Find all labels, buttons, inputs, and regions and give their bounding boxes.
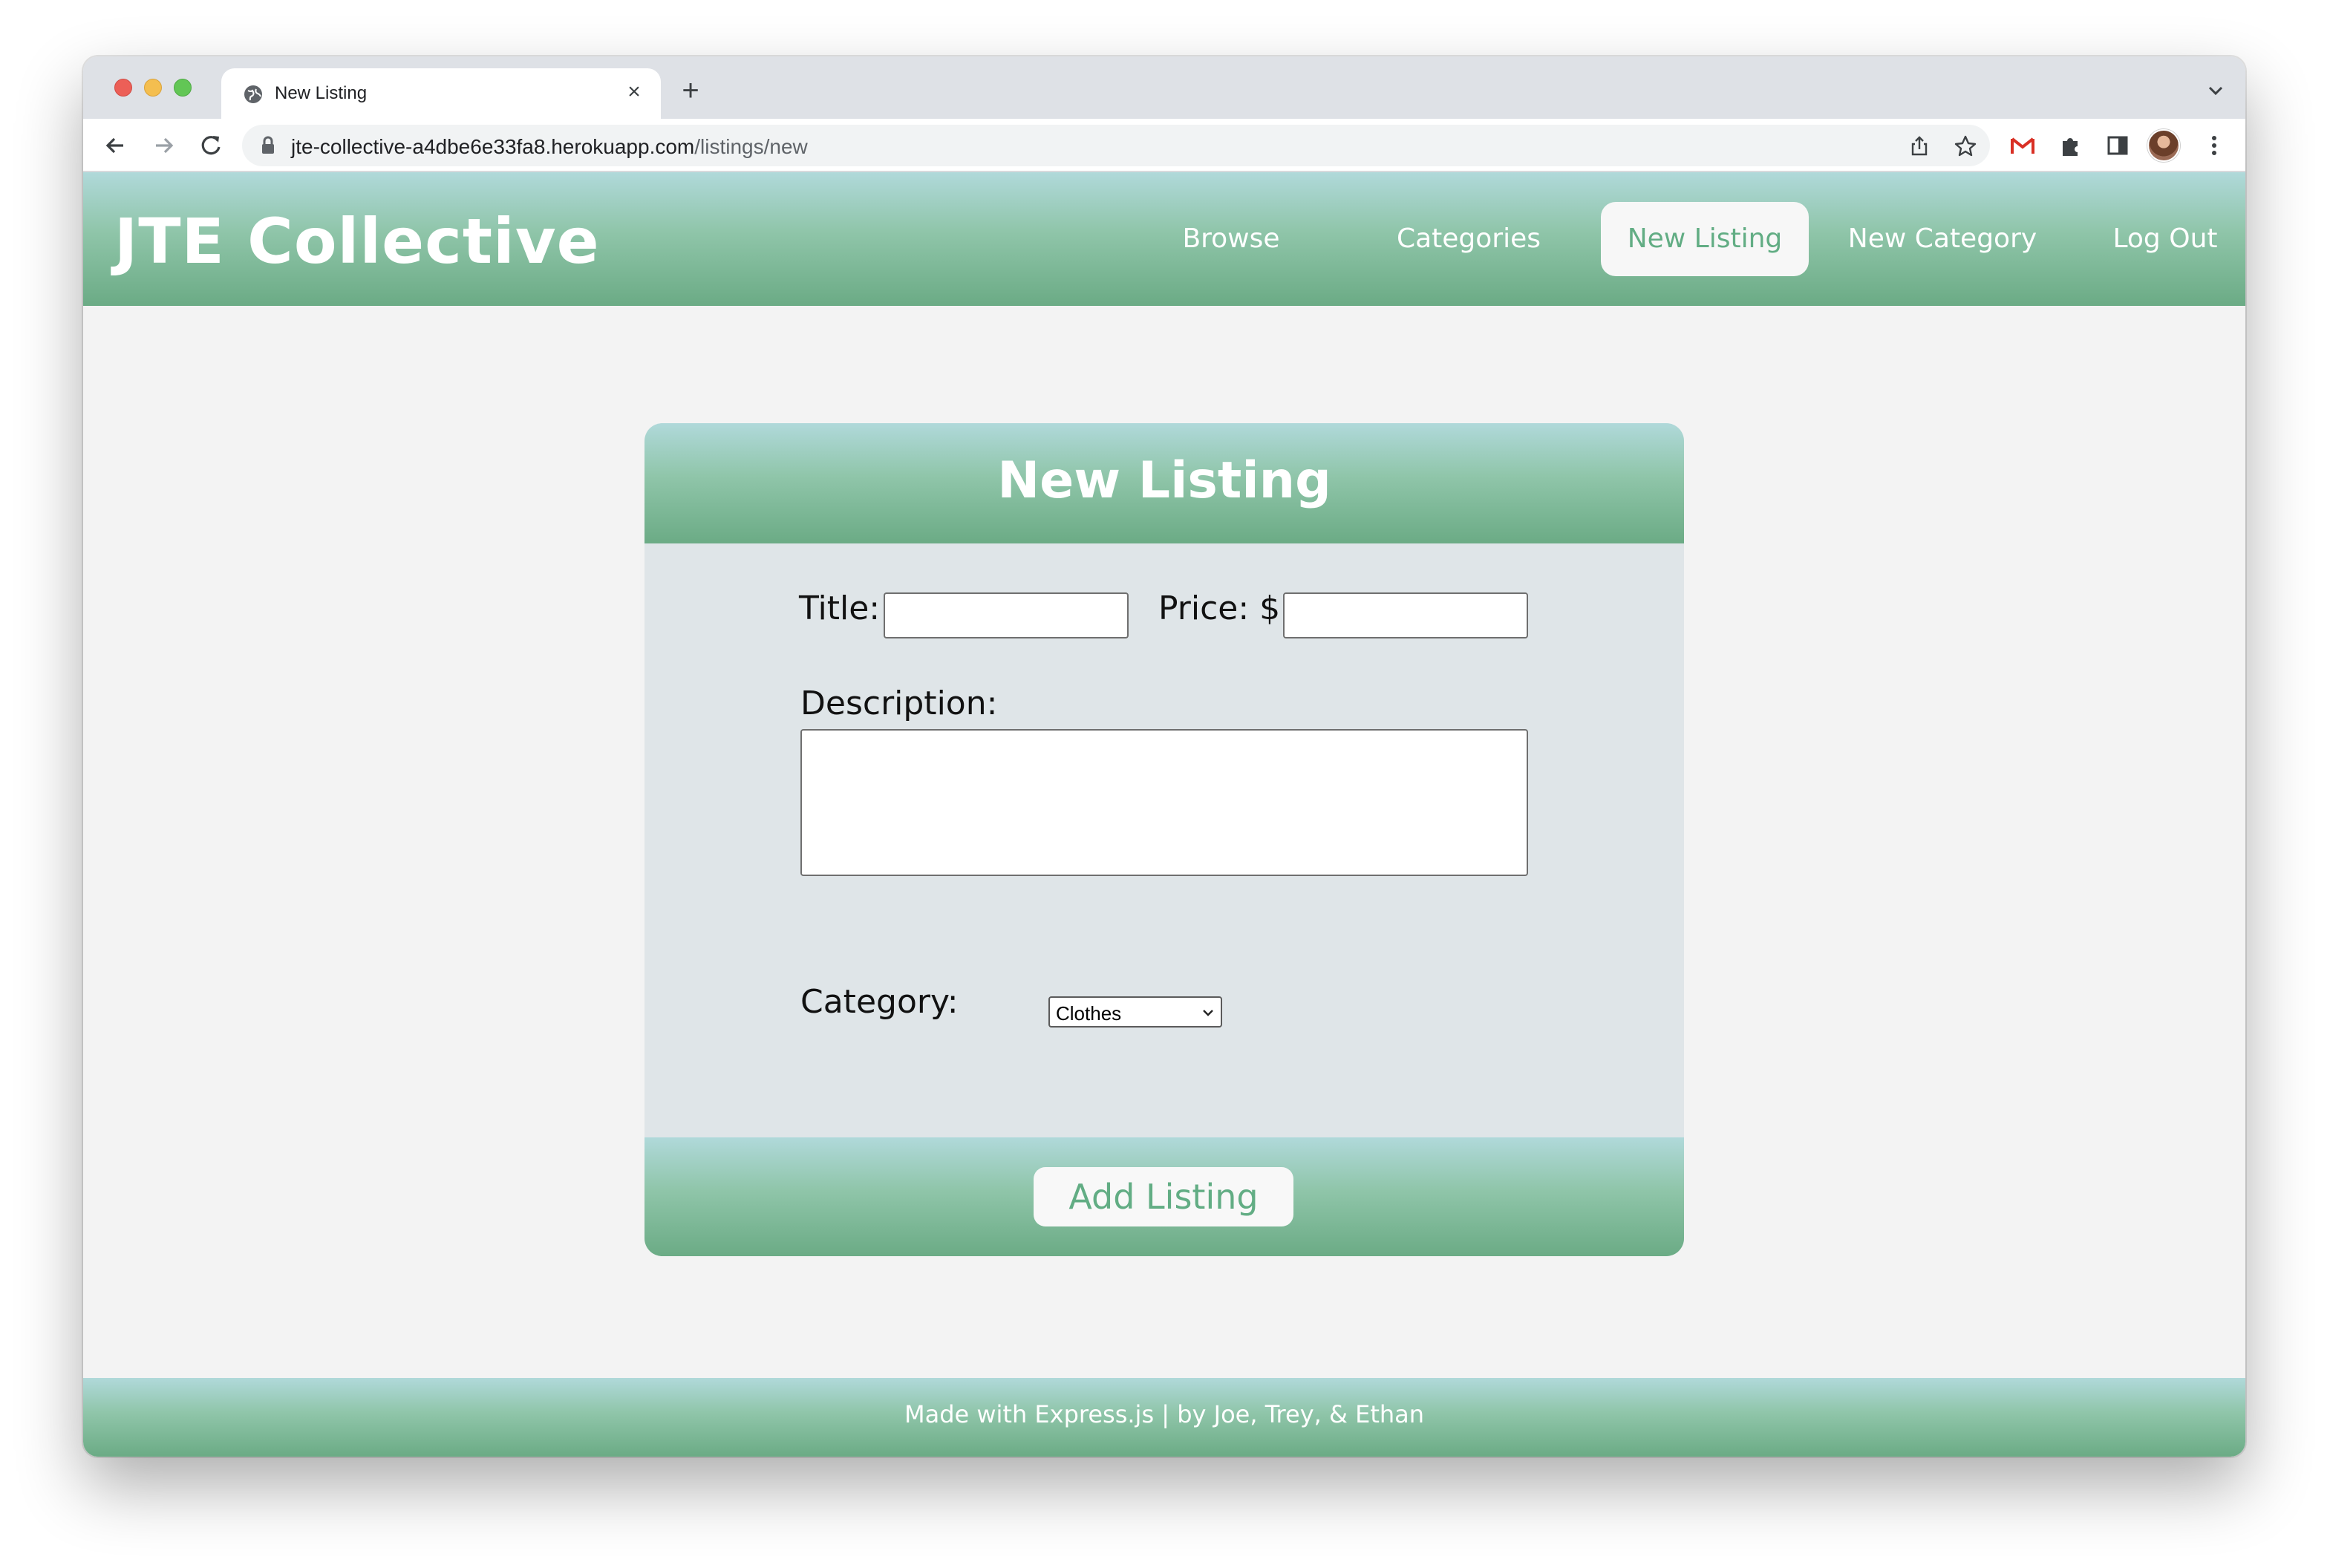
new-listing-form: New Listing Title: Price: $ Description:…	[644, 423, 1684, 1256]
form-heading: New Listing	[997, 451, 1331, 510]
title-label: Title:	[799, 589, 881, 627]
page-content: JTE Collective Browse Categories New Lis…	[83, 172, 2245, 1457]
description-label: Description:	[800, 685, 998, 722]
nav-log-out[interactable]: Log Out	[2091, 202, 2239, 276]
browser-window: New Listing × + jte-collective-a4dbe6e33…	[83, 56, 2245, 1457]
url-path: /listings/new	[694, 135, 808, 158]
share-icon[interactable]	[1907, 134, 1932, 159]
back-arrow-icon[interactable]	[99, 129, 132, 162]
star-icon[interactable]	[1953, 134, 1978, 159]
maximize-window-button[interactable]	[174, 79, 192, 97]
side-panel-icon[interactable]	[2104, 132, 2131, 159]
url-text[interactable]: jte-collective-a4dbe6e33fa8.herokuapp.co…	[291, 135, 808, 159]
site-header: JTE Collective Browse Categories New Lis…	[83, 172, 2245, 306]
nav-new-category[interactable]: New Category	[1824, 202, 2061, 276]
profile-avatar[interactable]	[2147, 129, 2180, 162]
lock-icon[interactable]	[260, 135, 276, 156]
form-footer: Add Listing	[644, 1137, 1684, 1256]
price-input[interactable]	[1283, 592, 1528, 638]
minimize-window-button[interactable]	[144, 79, 162, 97]
tab-strip: New Listing × +	[83, 56, 2245, 119]
extensions-icon[interactable]	[2057, 132, 2083, 159]
title-input[interactable]	[884, 592, 1129, 638]
price-label: Price: $	[1158, 589, 1281, 627]
form-header: New Listing	[644, 423, 1684, 543]
tab-title: New Listing	[275, 83, 368, 103]
description-textarea[interactable]	[800, 729, 1528, 876]
close-window-button[interactable]	[114, 79, 132, 97]
more-menu-icon[interactable]	[2201, 132, 2228, 159]
reload-icon[interactable]	[195, 129, 227, 162]
new-tab-button[interactable]: +	[674, 74, 707, 107]
category-label: Category:	[800, 983, 959, 1021]
add-listing-button[interactable]: Add Listing	[1034, 1167, 1293, 1226]
address-bar[interactable]: jte-collective-a4dbe6e33fa8.herokuapp.co…	[242, 125, 1990, 166]
category-select[interactable]: Clothes	[1048, 996, 1222, 1028]
nav-browse[interactable]: Browse	[1143, 202, 1319, 276]
category-selected-value: Clothes	[1056, 1002, 1122, 1025]
browser-tab[interactable]: New Listing ×	[221, 68, 661, 119]
url-host: jte-collective-a4dbe6e33fa8.herokuapp.co…	[291, 135, 695, 158]
close-tab-icon[interactable]: ×	[621, 79, 647, 105]
footer-credits: Made with Express.js | by Joe, Trey, & E…	[904, 1400, 1425, 1428]
gmail-icon[interactable]	[2009, 132, 2036, 159]
browser-toolbar: jte-collective-a4dbe6e33fa8.herokuapp.co…	[83, 119, 2245, 172]
forward-arrow-icon[interactable]	[147, 129, 180, 162]
nav-categories[interactable]: Categories	[1375, 202, 1562, 276]
chevron-down-icon	[1203, 1010, 1213, 1016]
globe-icon	[244, 85, 262, 103]
site-footer: Made with Express.js | by Joe, Trey, & E…	[83, 1378, 2245, 1457]
nav-new-listing[interactable]: New Listing	[1601, 202, 1809, 276]
site-logo[interactable]: JTE Collective	[114, 205, 600, 278]
tab-list-chevron-icon[interactable]	[2201, 76, 2231, 105]
